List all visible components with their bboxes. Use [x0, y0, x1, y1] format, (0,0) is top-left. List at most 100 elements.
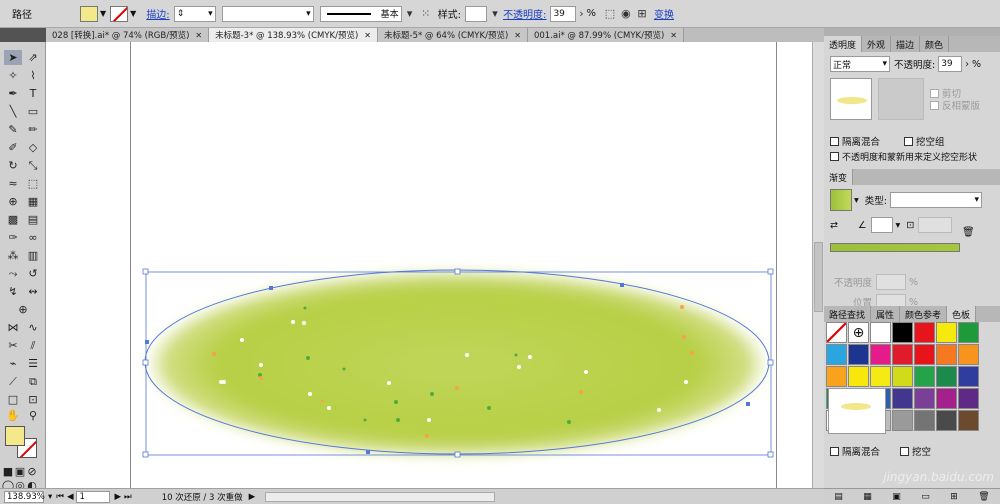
warp-tool-icon[interactable]: ≈ — [4, 176, 22, 191]
show-kinds-icon[interactable]: ▦ — [863, 492, 872, 502]
color-swatch[interactable] — [914, 344, 935, 365]
eyedropper-tool-icon[interactable]: ✑ — [4, 230, 22, 245]
color-swatch[interactable] — [958, 366, 979, 387]
blend-tool-icon[interactable]: ∞ — [24, 230, 42, 245]
tab-swatches[interactable]: 色板 — [947, 306, 977, 322]
zoom-field[interactable]: 138.93% — [4, 490, 45, 503]
swatch-library-icon[interactable]: ▤ — [834, 492, 843, 502]
reverse-gradient-icon[interactable]: ⇄ — [830, 220, 850, 231]
free-transform-tool-icon[interactable]: ⬚ — [24, 176, 42, 191]
variable-width-field[interactable]: ▾ — [221, 5, 314, 22]
shape-builder-tool-icon[interactable]: ⊕ — [4, 194, 22, 209]
color-swatch[interactable] — [892, 388, 913, 409]
graph-tool-icon[interactable]: ⌁ — [4, 356, 22, 371]
color-swatch[interactable] — [826, 366, 847, 387]
stroke-swatch[interactable] — [110, 5, 129, 22]
none-mode-icon[interactable]: ⊘ — [26, 464, 38, 479]
opacity-input[interactable]: 39 — [550, 5, 577, 22]
vertical-scrollbar[interactable] — [812, 42, 824, 488]
color-swatch[interactable] — [936, 344, 957, 365]
fill-color-swatch[interactable] — [5, 426, 25, 446]
recolor-icon[interactable]: ⬚ — [602, 6, 618, 22]
chevron-down-icon[interactable]: ▾ — [854, 195, 859, 206]
tab-color[interactable]: 颜色 — [920, 36, 950, 52]
angle-input[interactable] — [870, 217, 893, 233]
horizontal-scrollbar[interactable] — [265, 491, 496, 502]
tab-attributes[interactable]: 属性 — [871, 306, 901, 322]
knockout-group-checkbox[interactable] — [904, 136, 914, 146]
stroke-weight-field[interactable]: ⇕ ▾ — [173, 5, 216, 22]
blend-mode-select[interactable]: 正常 ▾ — [830, 56, 890, 72]
mask-thumbnail[interactable] — [830, 78, 872, 120]
fill-swatch[interactable] — [80, 5, 98, 22]
scale-tool-icon[interactable]: ⤡ — [24, 158, 42, 173]
tab-document-2[interactable]: 未标题-3* @ 138.93% (CMYK/预览) ✕ — [209, 28, 378, 42]
zoom-tool-icon[interactable]: ⚲ — [24, 408, 42, 423]
color-swatch[interactable] — [958, 410, 979, 431]
gradient-type-select[interactable]: ▾ — [889, 192, 982, 208]
scrollbar-thumb[interactable] — [814, 242, 823, 312]
scissors-tool-icon[interactable]: ✂ — [4, 338, 22, 353]
swatch-knockout-checkbox[interactable] — [900, 446, 910, 456]
tab-transparency[interactable]: 透明度 — [824, 36, 863, 52]
aspect-ratio-input[interactable] — [918, 217, 953, 233]
tab-color-guide[interactable]: 颜色参考 — [900, 306, 948, 322]
none-swatch[interactable] — [826, 322, 847, 343]
blurred-ellipse[interactable] — [139, 268, 775, 460]
envelope-tool-icon[interactable]: ⋈ — [4, 320, 22, 335]
color-swatch[interactable] — [848, 366, 869, 387]
lasso-tool-icon[interactable]: ⌇ — [24, 68, 42, 83]
brush-definition-field[interactable]: 基本 — [319, 5, 402, 22]
color-swatch[interactable] — [958, 344, 979, 365]
slice-tool-icon[interactable]: ⟋ — [4, 374, 22, 389]
rotate-tool-icon[interactable]: ↻ — [4, 158, 22, 173]
close-icon[interactable]: ✕ — [364, 31, 371, 40]
define-knockout-checkbox[interactable] — [830, 152, 839, 161]
color-swatch[interactable] — [892, 366, 913, 387]
color-swatch[interactable] — [892, 410, 913, 431]
knife-tool-icon[interactable]: ⫽ — [24, 338, 42, 353]
chart-tool-icon[interactable]: ☰ — [24, 356, 42, 371]
symbol-sprayer-tool-icon[interactable]: ⁂ — [4, 248, 22, 263]
color-swatch[interactable] — [870, 366, 891, 387]
tab-pathfinder[interactable]: 路径查找 — [824, 306, 872, 322]
chevron-right-icon[interactable]: › — [965, 59, 969, 70]
last-page-icon[interactable]: ⏭ — [124, 492, 132, 502]
panel-opacity-input[interactable]: 39 — [938, 56, 963, 72]
delete-swatch-icon[interactable]: 🗑 — [978, 492, 989, 502]
arrange-icon[interactable]: ⁙ — [418, 6, 434, 22]
hand-tool-icon[interactable]: ✋ — [4, 408, 22, 423]
close-icon[interactable]: ✕ — [670, 31, 677, 40]
pen-tool-icon[interactable]: ✒ — [4, 86, 22, 101]
swatch-options-icon[interactable]: ▣ — [892, 492, 901, 502]
type-tool-icon[interactable]: T — [24, 86, 42, 101]
mesh-tool-icon[interactable]: ▩ — [4, 212, 22, 227]
first-page-icon[interactable]: ⏮ — [56, 492, 64, 502]
width-tool-icon[interactable]: ⤳ — [4, 266, 22, 281]
page-field[interactable]: 1 — [76, 490, 111, 503]
tab-document-4[interactable]: 001.ai* @ 87.99% (CMYK/预览) ✕ — [527, 28, 684, 42]
color-mode-icon[interactable]: ■ — [2, 464, 14, 479]
color-swatch[interactable] — [870, 344, 891, 365]
trash-icon[interactable]: 🗑 — [962, 227, 975, 238]
color-swatch[interactable] — [936, 366, 957, 387]
swatch-isolate-checkbox[interactable] — [830, 446, 839, 456]
color-swatch[interactable] — [936, 322, 957, 343]
color-swatch[interactable] — [848, 344, 869, 365]
paintbrush-tool-icon[interactable]: ✎ — [4, 122, 22, 137]
crosshair-icon[interactable]: ⊕ — [14, 302, 32, 317]
opacity-link[interactable]: 不透明度: — [503, 6, 546, 21]
chevron-down-icon[interactable]: ▾ — [487, 6, 503, 22]
chevron-down-icon[interactable]: ▼ — [100, 9, 106, 18]
transform-link[interactable]: 变换 — [654, 6, 674, 21]
new-swatch-icon[interactable]: ⊞ — [950, 492, 958, 502]
color-swatch[interactable] — [936, 410, 957, 431]
globe-icon[interactable]: ◉ — [618, 6, 634, 22]
registration-swatch[interactable]: ⊕ — [848, 322, 869, 343]
color-swatch[interactable] — [892, 322, 913, 343]
color-swatch[interactable] — [914, 322, 935, 343]
live-paint-select-icon[interactable]: ↭ — [24, 284, 42, 299]
perspective-grid-tool-icon[interactable]: ▦ — [24, 194, 42, 209]
slice-select-tool-icon[interactable]: ⧉ — [24, 374, 42, 389]
artwork[interactable] — [46, 42, 814, 488]
